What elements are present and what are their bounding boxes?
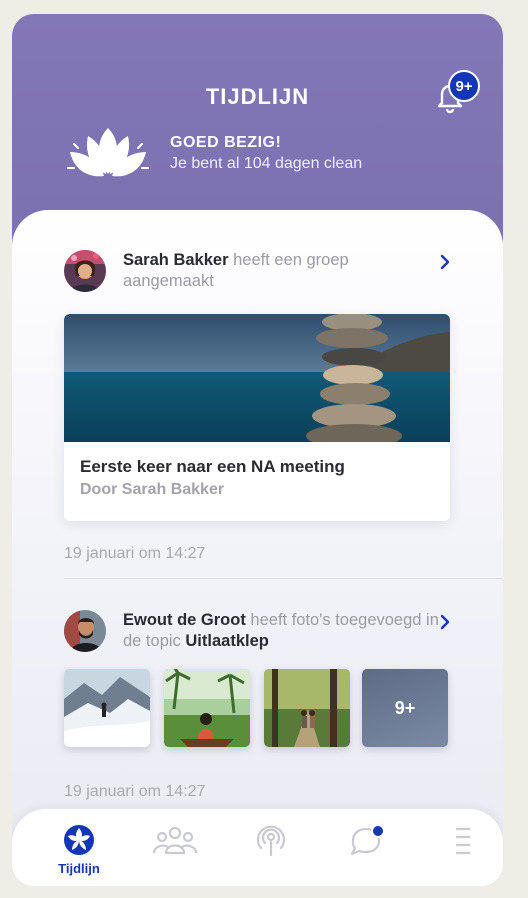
post-text: Ewout de Groot heeft foto's toegevoegd i… bbox=[123, 610, 443, 652]
tab-podcast[interactable] bbox=[222, 809, 320, 886]
notification-badge[interactable]: 9+ bbox=[448, 70, 480, 102]
tab-timeline[interactable]: Tijdlijn bbox=[30, 809, 128, 886]
tab-menu[interactable] bbox=[414, 809, 503, 886]
timestamp: 19 januari om 14:27 bbox=[64, 545, 206, 562]
lotus-icon bbox=[67, 128, 149, 177]
post-text: Sarah Bakker heeft een groep aangemaakt bbox=[123, 250, 443, 292]
card-subtitle: Door Sarah Bakker bbox=[80, 481, 225, 498]
topic-link[interactable]: Uitlaatklep bbox=[185, 632, 268, 650]
feed-item: Sarah Bakker heeft een groep aangemaakt bbox=[12, 210, 503, 570]
photo-thumbnail[interactable] bbox=[64, 669, 150, 747]
chevron-right-icon[interactable] bbox=[438, 253, 452, 271]
tab-label: Tijdlijn bbox=[58, 861, 100, 876]
groups-icon bbox=[152, 826, 198, 855]
tab-groups[interactable] bbox=[126, 809, 224, 886]
feed: Sarah Bakker heeft een groep aangemaakt bbox=[12, 210, 503, 886]
post-author[interactable]: Sarah Bakker bbox=[123, 251, 229, 269]
podcast-icon bbox=[256, 825, 286, 857]
divider bbox=[64, 578, 503, 579]
card-image bbox=[64, 314, 450, 442]
menu-icon bbox=[455, 827, 471, 855]
timestamp: 19 januari om 14:27 bbox=[64, 783, 206, 800]
timeline-icon bbox=[64, 825, 94, 855]
chat-icon bbox=[350, 824, 385, 856]
streak-title: GOED BEZIG! bbox=[170, 134, 282, 151]
avatar[interactable] bbox=[64, 610, 106, 652]
photo-thumbnail[interactable] bbox=[164, 669, 250, 747]
tab-bar: Tijdlijn bbox=[12, 809, 503, 886]
card-title: Eerste keer naar een NA meeting bbox=[80, 457, 345, 476]
post-author[interactable]: Ewout de Groot bbox=[123, 611, 246, 629]
streak-subtitle: Je bent al 104 dagen clean bbox=[170, 155, 363, 172]
avatar[interactable] bbox=[64, 250, 106, 292]
chevron-right-icon[interactable] bbox=[438, 613, 452, 631]
group-card[interactable]: Eerste keer naar een NA meeting Door Sar… bbox=[64, 314, 450, 521]
feed-item: Ewout de Groot heeft foto's toegevoegd i… bbox=[12, 600, 503, 840]
photo-thumbnail[interactable] bbox=[264, 669, 350, 747]
tab-chat[interactable] bbox=[318, 809, 416, 886]
more-photos-button[interactable]: 9+ bbox=[362, 669, 448, 747]
app-screen: TIJDLIJN 9+ GOED BEZIG! Je bent al 104 d… bbox=[12, 14, 503, 886]
